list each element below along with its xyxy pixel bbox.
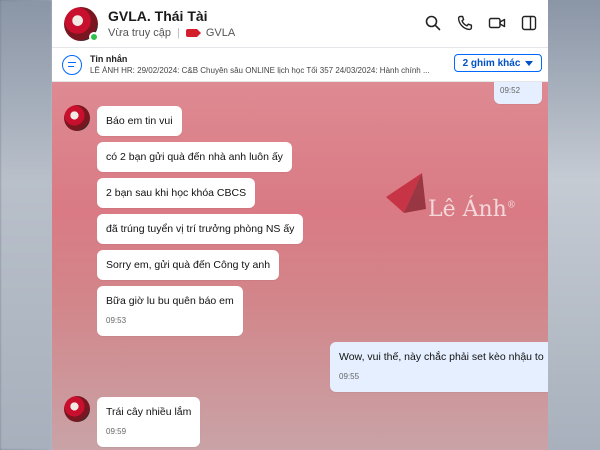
divider: | <box>177 27 180 39</box>
message-time: 09:59 <box>106 427 127 436</box>
tag-icon <box>185 29 201 37</box>
message-bubble-received[interactable]: có 2 bạn gửi quà đến nhà anh luôn ấy <box>97 142 292 172</box>
chevron-down-icon <box>525 60 534 66</box>
watermark-text: Lê Ánh® <box>428 197 516 222</box>
more-pinned-label: 2 ghim khác <box>462 57 521 69</box>
message-icon <box>62 54 82 75</box>
online-indicator <box>89 31 99 42</box>
background-right <box>548 0 600 450</box>
message-text: Wow, vui thế, này chắc phải set kèo nhậu… <box>339 351 544 363</box>
message-bubble-received[interactable]: Báo em tin vui <box>97 106 182 136</box>
message-text: 2 bạn sau khi học khóa CBCS <box>106 187 247 199</box>
message-bubble-received[interactable]: Bữa giờ lu bu quên báo em 09:53 <box>97 286 243 336</box>
le-anh-watermark: Lê Ánh® <box>382 169 522 229</box>
chat-window: GVLA. Thái Tài Vừa truy cập | GVLA Tin n… <box>52 0 548 450</box>
contact-info[interactable]: GVLA. Thái Tài Vừa truy cập | GVLA <box>108 8 235 39</box>
contact-avatar[interactable] <box>64 6 99 42</box>
phone-icon[interactable] <box>456 14 474 32</box>
message-bubble-sent[interactable]: 09:52 <box>494 82 542 104</box>
message-bubble-received[interactable]: Trái cây nhiều lắm 09:59 <box>97 397 201 447</box>
chat-header: GVLA. Thái Tài Vừa truy cập | GVLA <box>52 0 548 48</box>
message-bubble-received[interactable]: Sorry em, gửi quà đến Công ty anh <box>97 250 280 280</box>
pinned-title: Tin nhắn <box>90 54 128 64</box>
message-bubble-received[interactable]: 2 bạn sau khi học khóa CBCS <box>97 178 256 208</box>
pinned-text: Tin nhắn LÊ ÁNH HR: 29/02/2024: C&B Chuy… <box>90 54 450 75</box>
more-pinned-button[interactable]: 2 ghim khác <box>454 54 542 72</box>
sender-avatar[interactable] <box>64 105 90 131</box>
message-area[interactable]: Lê Ánh® 09:52 Báo em tin vui có 2 bạn gử… <box>52 82 548 450</box>
pinned-content: LÊ ÁNH HR: 29/02/2024: C&B Chuyên sâu ON… <box>90 66 430 75</box>
background-left <box>0 0 52 450</box>
message-bubble-sent[interactable]: Wow, vui thế, này chắc phải set kèo nhậu… <box>330 342 548 392</box>
pinned-message-bar[interactable]: Tin nhắn LÊ ÁNH HR: 29/02/2024: C&B Chuy… <box>52 48 548 82</box>
header-actions <box>424 14 538 32</box>
search-icon[interactable] <box>424 14 442 32</box>
message-text: đã trúng tuyển vị trí trưởng phòng NS ấy <box>106 223 295 235</box>
contact-status: Vừa truy cập <box>108 27 172 39</box>
sender-avatar[interactable] <box>64 396 90 422</box>
message-text: có 2 bạn gửi quà đến nhà anh luôn ấy <box>106 151 283 163</box>
message-text: Bữa giờ lu bu quên báo em <box>106 295 234 307</box>
message-text: Báo em tin vui <box>106 115 173 127</box>
video-icon[interactable] <box>488 14 506 32</box>
contact-subline: Vừa truy cập | GVLA <box>108 27 235 39</box>
message-bubble-received[interactable]: đã trúng tuyển vị trí trưởng phòng NS ấy <box>97 214 304 244</box>
message-text: Trái cây nhiều lắm <box>106 406 192 418</box>
message-time: 09:55 <box>339 372 360 381</box>
message-time: 09:52 <box>500 86 521 95</box>
message-time: 09:53 <box>106 316 127 325</box>
sidebar-icon[interactable] <box>520 14 538 32</box>
contact-name: GVLA. Thái Tài <box>108 8 208 24</box>
contact-tag[interactable]: GVLA <box>206 27 235 39</box>
message-text: Sorry em, gửi quà đến Công ty anh <box>106 259 271 271</box>
